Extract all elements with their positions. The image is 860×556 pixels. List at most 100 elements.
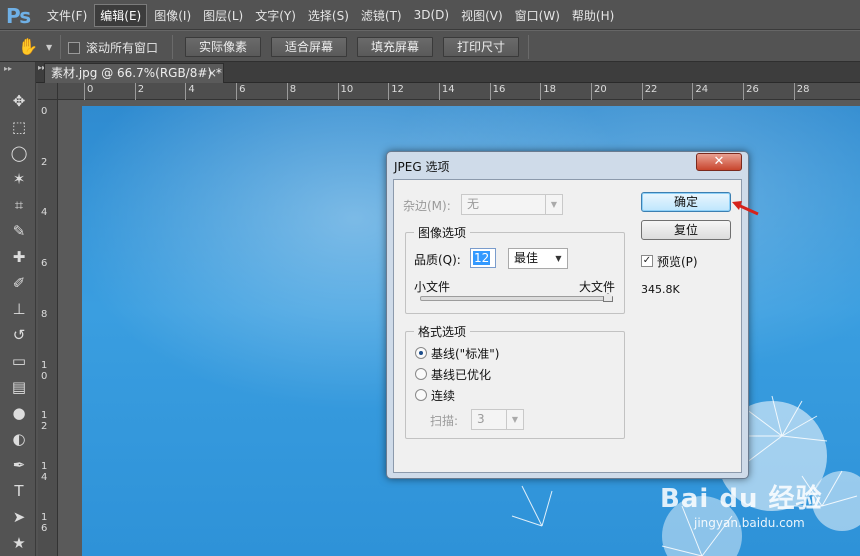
horizontal-ruler[interactable]: 0 2 4 6 8 10 12 14 16 18 20 22 24 26 28	[58, 83, 860, 100]
lasso-icon[interactable]: ◯	[8, 142, 30, 164]
options-bar: ✋ ▼ 滚动所有窗口 实际像素 适合屏幕 填充屏幕 打印尺寸	[0, 30, 860, 62]
crop-icon[interactable]: ⌗	[8, 194, 30, 216]
eyedropper-icon[interactable]: ✎	[8, 220, 30, 242]
ruler-label: 14	[41, 460, 48, 483]
ruler-label: 22	[644, 84, 658, 95]
menu-item-3[interactable]: 图层(L)	[198, 5, 248, 26]
ruler-label: 6	[239, 84, 246, 95]
format-options-group: 格式选项 基线("标准") 基线已优化 连续 扫描: 3 ▼	[405, 323, 625, 439]
ruler-label: 12	[41, 410, 48, 433]
healing-icon[interactable]: ✚	[8, 246, 30, 268]
blur-icon[interactable]: ●	[8, 402, 30, 424]
quality-preset-select[interactable]: 最佳 ▼	[508, 248, 568, 269]
ruler-label: 14	[441, 84, 455, 95]
dialog-title: JPEG 选项	[394, 160, 450, 174]
actual-pixels-button[interactable]: 实际像素	[185, 37, 261, 57]
matte-select[interactable]: 无 ▼	[461, 194, 563, 215]
radio-progressive[interactable]	[415, 389, 427, 401]
path-select-icon[interactable]: ➤	[8, 506, 30, 528]
collapse-panel-icon[interactable]: ▸▸	[4, 64, 12, 73]
chevron-down-icon: ▼	[506, 410, 523, 429]
gradient-icon[interactable]: ▤	[8, 376, 30, 398]
baidu-watermark-url: jingyan.baidu.com	[694, 516, 805, 530]
print-size-button[interactable]: 打印尺寸	[443, 37, 519, 57]
ruler-label: 16	[41, 511, 48, 534]
menu-item-7[interactable]: 3D(D)	[409, 6, 454, 24]
preview-checkbox[interactable]: ✓	[641, 255, 653, 267]
scans-select[interactable]: 3 ▼	[471, 409, 524, 430]
baseline-optimized-label: 基线已优化	[431, 368, 492, 382]
document-tab[interactable]: 素材.jpg @ 66.7%(RGB/8#) * ×	[44, 63, 224, 83]
menu-item-4[interactable]: 文字(Y)	[250, 5, 301, 26]
ok-button[interactable]: 确定	[641, 192, 731, 212]
ruler-label: 12	[391, 84, 404, 95]
pen-icon[interactable]: ✒	[8, 454, 30, 476]
ruler-label: 4	[188, 84, 195, 95]
fill-screen-button[interactable]: 填充屏幕	[357, 37, 433, 57]
small-file-label: 小文件	[414, 280, 451, 294]
radio-baseline-optimized[interactable]	[415, 368, 427, 380]
ruler-label: 0	[41, 106, 48, 117]
shape-icon[interactable]: ★	[8, 532, 30, 554]
options-divider	[172, 35, 173, 59]
file-size-readout: 345.8K	[641, 283, 680, 296]
annotation-arrow-icon	[732, 201, 759, 216]
move-icon[interactable]: ✥	[8, 90, 30, 112]
checkbox-box[interactable]	[68, 41, 80, 54]
menu-item-2[interactable]: 图像(I)	[149, 5, 196, 26]
quality-input[interactable]: 12	[470, 248, 496, 268]
ruler-origin[interactable]	[38, 83, 58, 100]
menu-item-10[interactable]: 帮助(H)	[567, 5, 619, 26]
baidu-watermark-logo: Bai du 经验	[660, 484, 823, 514]
hand-tool-preset-picker[interactable]: ✋ ▼	[18, 37, 56, 57]
history-brush-icon[interactable]: ↺	[8, 324, 30, 346]
dodge-icon[interactable]: ◐	[8, 428, 30, 450]
options-divider	[60, 35, 61, 59]
vertical-ruler[interactable]: 0 2 4 6 8 10 12 14 16	[38, 100, 58, 556]
close-tab-icon[interactable]: ×	[207, 64, 217, 83]
photoshop-window: Ps 文件(F) 编辑(E) 图像(I) 图层(L) 文字(Y) 选择(S) 滤镜(T) 3D…	[0, 0, 860, 556]
menu-item-8[interactable]: 视图(V)	[456, 5, 508, 26]
brush-icon[interactable]: ✐	[8, 272, 30, 294]
ruler-label: 10	[41, 359, 48, 382]
dialog-body: 杂边(M): 无 ▼ 图像选项 品质(Q): 12 最佳 ▼ 小文件 大文件 格…	[393, 179, 742, 473]
eraser-icon[interactable]: ▭	[8, 350, 30, 372]
ruler-label: 16	[492, 84, 506, 95]
dialog-close-button[interactable]: ✕	[696, 153, 742, 171]
menu-items: 文件(F) 编辑(E) 图像(I) 图层(L) 文字(Y) 选择(S) 滤镜(T) 3D(D)…	[42, 0, 621, 30]
preview-label: 预览(P)	[657, 255, 698, 269]
fit-screen-button[interactable]: 适合屏幕	[271, 37, 347, 57]
chevron-down-icon: ▼	[555, 254, 562, 263]
radio-baseline-standard[interactable]	[415, 347, 427, 359]
ruler-label: 26	[746, 84, 759, 95]
quality-slider-track[interactable]	[420, 296, 613, 301]
ruler-label: 24	[695, 84, 709, 95]
menu-item-0[interactable]: 文件(F)	[42, 5, 92, 26]
scroll-all-windows-label: 滚动所有窗口	[86, 41, 159, 55]
document-tab-title: 素材.jpg @ 66.7%(RGB/8#) *	[51, 66, 222, 80]
type-icon[interactable]: T	[8, 480, 30, 502]
options-divider	[528, 35, 529, 59]
ruler-label: 0	[87, 84, 94, 95]
large-file-label: 大文件	[579, 280, 616, 294]
baseline-standard-label: 基线("标准")	[431, 347, 500, 361]
menu-item-6[interactable]: 滤镜(T)	[356, 5, 407, 26]
document-tab-bar: ▸▸ 素材.jpg @ 66.7%(RGB/8#) * ×	[36, 62, 860, 83]
scans-label: 扫描:	[430, 414, 459, 428]
menu-item-9[interactable]: 窗口(W)	[510, 5, 565, 26]
menu-item-1[interactable]: 编辑(E)	[94, 3, 148, 27]
ruler-label: 6	[41, 258, 48, 270]
marquee-icon[interactable]: ⬚	[8, 116, 30, 138]
ruler-label: 20	[594, 84, 607, 95]
reset-button[interactable]: 复位	[641, 220, 731, 240]
stamp-icon[interactable]: ⊥	[8, 298, 30, 320]
chevron-down-icon: ▼	[545, 195, 562, 214]
magic-wand-icon[interactable]: ✶	[8, 168, 30, 190]
format-options-title: 格式选项	[414, 323, 471, 340]
progressive-label: 连续	[431, 389, 456, 403]
scans-value: 3	[477, 412, 485, 426]
matte-value: 无	[467, 197, 480, 211]
ruler-label: 10	[340, 84, 354, 95]
scroll-all-windows-checkbox[interactable]: 滚动所有窗口	[68, 39, 158, 56]
menu-item-5[interactable]: 选择(S)	[303, 5, 354, 26]
